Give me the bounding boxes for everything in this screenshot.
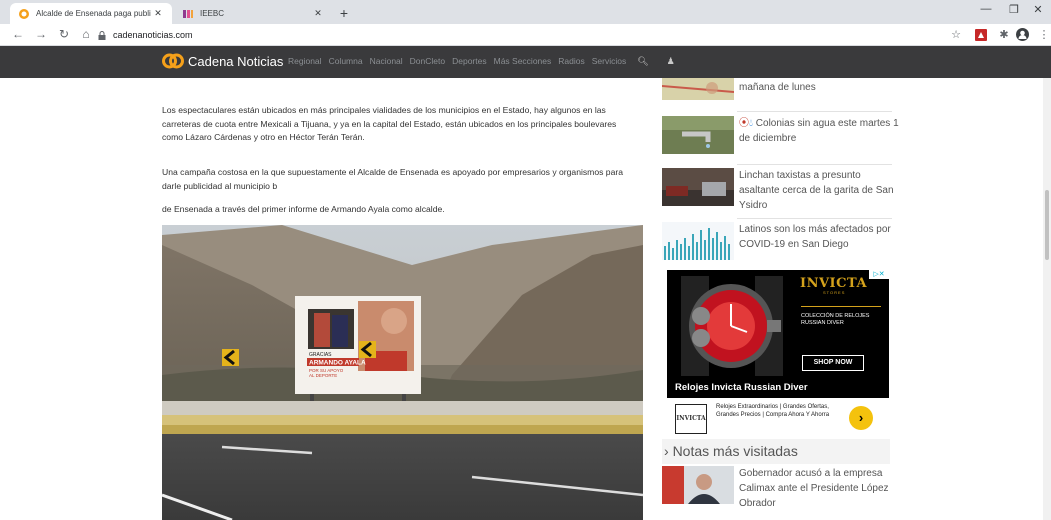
tab-ieebc[interactable]: IEEBC ✕ — [174, 3, 332, 24]
ad-collection-text: COLECCIÓN DE RELOJES RUSSIAN DIVER — [801, 313, 870, 326]
lock-icon — [98, 30, 106, 40]
sidebar-news-title: mañana de lunes — [739, 82, 816, 93]
page-scrollbar[interactable] — [1043, 78, 1051, 520]
menu-item-columna[interactable]: Columna — [329, 56, 363, 67]
menu-item-nacional[interactable]: Nacional — [370, 56, 403, 67]
ad-description: Relojes Extraordinarios | Grandes Oferta… — [716, 404, 830, 418]
sidebar-news-item[interactable]: ⦿💧︎ Colonias sin agua este martes 1 de d… — [662, 116, 899, 154]
billboard-text: ARMANDO AYALA — [309, 360, 366, 367]
sidebar-news-item[interactable]: Latinos son los más afectados por COVID-… — [662, 222, 899, 260]
ad-footer: INVICTA Relojes Extraordinarios | Grande… — [667, 398, 889, 440]
shop-now-button[interactable]: SHOP NOW — [802, 355, 864, 371]
adchoices-icon[interactable]: ▷✕ — [869, 270, 889, 279]
water-drop-icon: 💧︎ — [749, 118, 753, 129]
notas-mas-visitadas-header: › Notas más visitadas — [662, 439, 890, 464]
menu-item-radios[interactable]: Radios — [558, 56, 584, 67]
cadena-logo-icon — [162, 53, 184, 69]
url-field[interactable]: cadenanoticias.com — [98, 26, 938, 44]
menu-item-servicios[interactable]: Servicios — [592, 56, 626, 67]
most-visited-item[interactable]: Gobernador acusó a la empresa Calimax an… — [662, 466, 899, 511]
browser-tabstrip: Alcalde de Ensenada paga publi ✕ IEEBC ✕… — [0, 0, 1051, 24]
ad-headline[interactable]: Relojes Invicta Russian Diver — [675, 382, 808, 393]
browser-menu-icon[interactable]: ⋮ — [1036, 28, 1051, 41]
tab-close-icon[interactable]: ✕ — [152, 8, 164, 19]
extensions-puzzle-icon[interactable]: ✱ — [996, 28, 1012, 41]
invicta-small-logo: INVICTA — [675, 404, 707, 434]
article-photo: GRACIAS ARMANDO AYALA POR SU APOYO AL DE… — [162, 225, 643, 520]
ad-stores-label: STORES — [823, 290, 846, 295]
sidebar-news-title-text: Colonias sin agua este martes 1 de dicie… — [739, 118, 899, 144]
watch-image — [681, 276, 783, 376]
tab-title: Alcalde de Ensenada paga publi — [36, 9, 151, 18]
profile-avatar-icon[interactable] — [1016, 28, 1029, 41]
site-name: Cadena Noticias — [188, 53, 284, 69]
article-paragraph: Una campaña costosa en la que supuestame… — [162, 167, 624, 191]
site-logo[interactable]: Cadena Noticias — [162, 52, 283, 70]
sidebar-news-item[interactable]: Linchan taxistas a presunto asaltante ce… — [662, 168, 899, 213]
menu-item-regional[interactable]: Regional — [288, 56, 322, 67]
search-icon[interactable]: 🔍︎ — [637, 56, 648, 67]
chevron-right-icon: › — [664, 443, 669, 459]
article-paragraph: Los espectaculares están ubicados en más… — [162, 105, 617, 142]
menu-item-doncleto[interactable]: DonCleto — [410, 56, 445, 67]
sidebar-news-title: Linchan taxistas a presunto asaltante ce… — [739, 170, 894, 211]
sidebar-news-title: ⦿💧︎ Colonias sin agua este martes 1 de d… — [739, 116, 899, 154]
article-paragraph: de Ensenada a través del primer informe … — [162, 204, 445, 214]
ad-brand: INVICTA — [800, 276, 868, 291]
billboard-text: GRACIAS — [309, 352, 332, 358]
billboard-highway-image: GRACIAS ARMANDO AYALA POR SU APOYO AL DE… — [162, 225, 643, 520]
restore-button[interactable]: ❐ — [1001, 3, 1027, 16]
forward-icon[interactable]: → — [33, 27, 49, 41]
back-icon[interactable]: ← — [10, 27, 26, 41]
main-menu: Regional Columna Nacional DonCleto Depor… — [288, 56, 689, 67]
cadena-favicon-icon — [19, 8, 29, 19]
close-window-button[interactable]: ✕ — [1025, 3, 1051, 16]
scrollbar-thumb[interactable] — [1045, 190, 1049, 260]
covid-chart-thumbnail — [662, 222, 734, 260]
invicta-ad[interactable]: INVICTA STORES COLECCIÓN DE RELOJES RUSS… — [667, 270, 889, 440]
reload-icon[interactable]: ↻ — [56, 27, 72, 41]
ad-arrow-button[interactable]: › — [849, 406, 873, 430]
section-title: Notas más visitadas — [672, 443, 798, 459]
clock-icon: ⦿ — [739, 118, 749, 129]
url-text: cadenanoticias.com — [113, 30, 193, 40]
minimize-button[interactable]: — — [973, 3, 999, 15]
divider — [737, 111, 892, 112]
divider — [737, 218, 892, 219]
ad-rule — [801, 306, 881, 307]
pdf-extension-icon[interactable] — [975, 29, 987, 41]
taxi-thumbnail — [662, 168, 734, 206]
map-thumbnail — [662, 78, 734, 100]
sidebar-news-item[interactable]: mañana de lunes — [662, 78, 899, 100]
menu-item-mas-secciones[interactable]: Más Secciones — [494, 56, 552, 67]
sidebar-news-title: Latinos son los más afectados por COVID-… — [739, 224, 891, 250]
governor-thumbnail — [662, 466, 734, 504]
new-tab-button[interactable]: + — [336, 5, 352, 21]
tab-close-icon[interactable]: ✕ — [312, 8, 324, 19]
faucet-thumbnail — [662, 116, 734, 154]
home-icon[interactable]: ⌂ — [78, 27, 94, 41]
site-navbar: Cadena Noticias Regional Columna Naciona… — [0, 46, 1051, 78]
most-visited-title: Gobernador acusó a la empresa Calimax an… — [739, 468, 889, 509]
tab-article[interactable]: Alcalde de Ensenada paga publi ✕ — [10, 3, 172, 24]
billboard-text: AL DEPORTE — [309, 373, 337, 378]
address-bar: ← → ↻ ⌂ cadenanoticias.com ☆ ✱ ⋮ — [0, 24, 1051, 46]
menu-item-deportes[interactable]: Deportes — [452, 56, 487, 67]
divider — [737, 164, 892, 165]
user-icon[interactable]: ♟ — [667, 56, 675, 67]
bookmark-star-icon[interactable]: ☆ — [948, 28, 964, 41]
ieebc-favicon-icon — [183, 9, 193, 18]
tab-title: IEEBC — [200, 9, 225, 18]
